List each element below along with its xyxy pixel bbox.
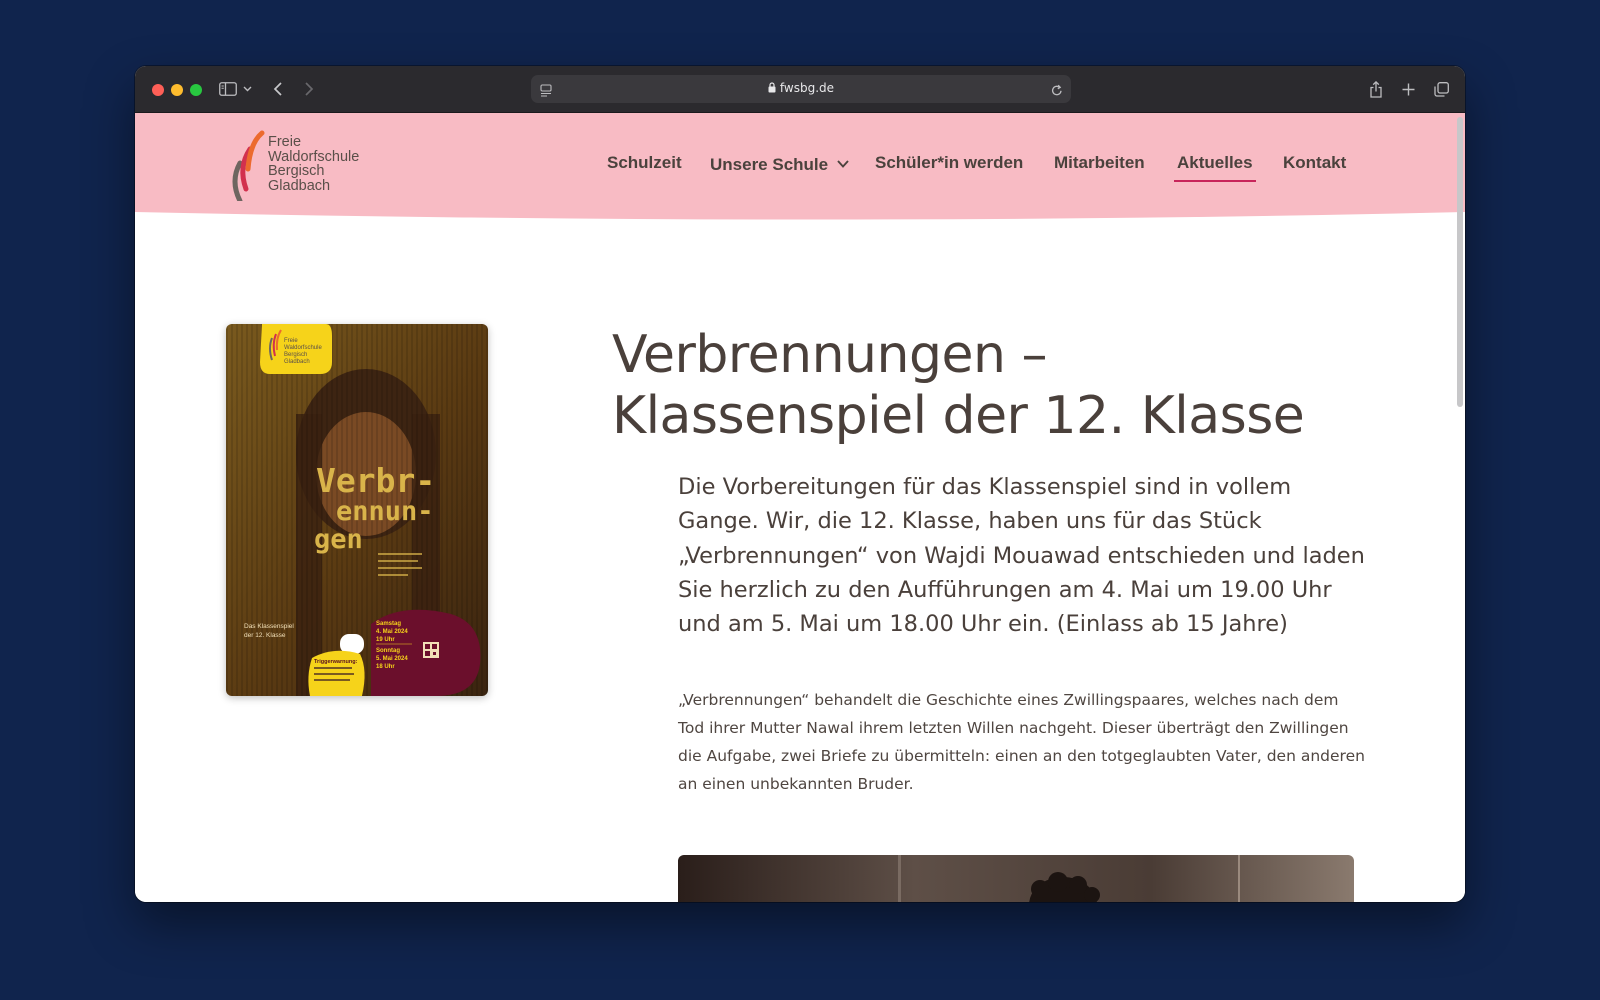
logo-line: Bergisch: [268, 163, 325, 179]
url-value: fwsbg.de: [779, 81, 835, 95]
nav-item-mitarbeiten[interactable]: Mitarbeiten: [1054, 153, 1145, 173]
nav-item-schulzeit[interactable]: Schulzeit: [607, 153, 682, 173]
poster-logo-line: Freie: [284, 338, 298, 344]
logo-line: Waldorfschule: [268, 148, 360, 165]
lock-icon: [768, 82, 776, 96]
nav-item-unsere-schule[interactable]: Unsere Schule: [710, 153, 849, 175]
web-page: Freie Waldorfschule Bergisch Gladbach Sc…: [135, 113, 1465, 902]
logo-line: Gladbach: [268, 177, 331, 194]
logo-line: Freie: [268, 134, 302, 150]
nav-item-aktuelles[interactable]: Aktuelles: [1177, 153, 1253, 173]
address-bar[interactable]: fwsbg.de: [531, 75, 1071, 103]
poster-subtitle-line: der 12. Klasse: [244, 632, 286, 639]
sidebar-toggle-icon[interactable]: [217, 76, 239, 102]
poster-date-line: 4. Mai 2024: [376, 629, 408, 635]
event-poster-image[interactable]: Freie Waldorfschule Bergisch Gladbach Ve…: [226, 324, 488, 696]
poster-logo-line: Bergisch: [284, 352, 307, 358]
logo-wordmark: Freie Waldorfschule Bergisch Gladbach: [268, 135, 378, 193]
chevron-down-icon: [837, 153, 849, 173]
nav-item-label: Unsere Schule: [710, 155, 829, 174]
poster-date-line: 19 Uhr: [376, 637, 395, 643]
nav-item-schueler-werden[interactable]: Schüler*in werden: [875, 153, 1023, 173]
poster-subtitle-line: Das Klassenspiel: [244, 623, 294, 630]
poster-date-line: 5. Mai 2024: [376, 656, 408, 662]
article-body: „Verbrennungen“ behandelt die Geschichte…: [678, 691, 1365, 793]
nav-active-underline: [1174, 180, 1256, 182]
article-lead: Die Vorbereitungen für das Klassenspiel …: [678, 474, 1365, 638]
poster-title-line: Verbr-: [316, 461, 435, 500]
nav-item-kontakt[interactable]: Kontakt: [1283, 153, 1346, 173]
reload-icon[interactable]: [1051, 82, 1063, 101]
browser-window: fwsbg.de Freie Waldorfschule Bergisch Gl…: [135, 66, 1465, 902]
tab-overview-icon[interactable]: [1432, 76, 1450, 102]
poster-date-line: Samstag: [376, 621, 401, 627]
chevron-down-icon[interactable]: [241, 76, 253, 102]
article-title: Verbrennungen – Klassenspiel der 12. Kla…: [612, 325, 1305, 446]
poster-logo-line: Gladbach: [284, 359, 310, 365]
browser-toolbar: fwsbg.de: [135, 66, 1465, 113]
minimize-window-button[interactable]: [171, 84, 183, 96]
share-icon[interactable]: [1367, 76, 1385, 102]
url-text: fwsbg.de: [531, 81, 1071, 96]
forward-icon[interactable]: [300, 76, 318, 102]
poster-logo-line: Waldorfschule: [284, 345, 322, 351]
poster-title-line: gen: [314, 524, 363, 555]
back-icon[interactable]: [269, 76, 287, 102]
close-window-button[interactable]: [152, 84, 164, 96]
poster-warning-title: Triggerwarnung:: [314, 659, 358, 665]
zoom-window-button[interactable]: [190, 84, 202, 96]
page-scrollbar[interactable]: [1457, 117, 1463, 407]
poster-title-line: ennun-: [336, 496, 434, 527]
article-photo[interactable]: [678, 855, 1354, 902]
poster-date-line: Sonntag: [376, 648, 400, 654]
new-tab-icon[interactable]: [1399, 76, 1417, 102]
poster-date-line: 18 Uhr: [376, 664, 395, 670]
